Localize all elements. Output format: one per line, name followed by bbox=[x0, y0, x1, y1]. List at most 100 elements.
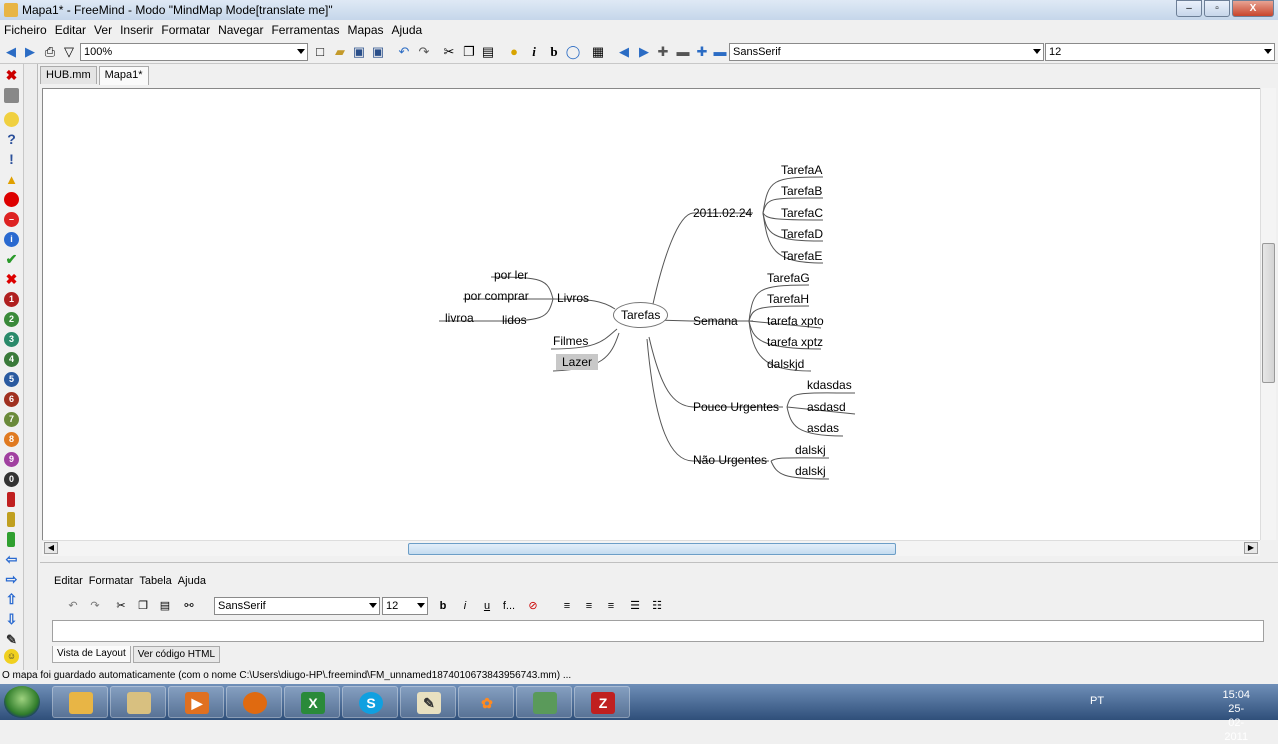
priority-9-icon[interactable]: 9 bbox=[4, 452, 19, 467]
close-button[interactable]: X bbox=[1232, 0, 1274, 17]
check-icon[interactable]: ✔ bbox=[4, 252, 19, 267]
taskbar-filezilla[interactable]: Z bbox=[574, 686, 630, 718]
open-folder-icon[interactable]: ▰ bbox=[332, 44, 348, 60]
node-lazer[interactable]: Lazer bbox=[556, 354, 599, 370]
tab-vista-layout[interactable]: Vista de Layout bbox=[52, 646, 131, 663]
node-lidos[interactable]: lidos bbox=[502, 313, 527, 327]
node-asdas[interactable]: asdas bbox=[807, 421, 839, 435]
minus-icon[interactable]: ▬ bbox=[675, 44, 691, 60]
zoom-select[interactable]: 100% bbox=[80, 43, 308, 61]
menu-editar[interactable]: Editar bbox=[51, 20, 90, 40]
editor-bold-icon[interactable]: b bbox=[436, 599, 450, 613]
align-left-icon[interactable]: ≡ bbox=[560, 599, 574, 613]
editor-underline-icon[interactable]: u bbox=[480, 599, 494, 613]
language-indicator[interactable]: PT bbox=[1090, 695, 1104, 707]
horizontal-scroll-thumb[interactable] bbox=[408, 543, 896, 555]
node-por-comprar[interactable]: por comprar bbox=[464, 289, 529, 303]
arrow-up-icon[interactable]: ⇧ bbox=[4, 592, 19, 607]
start-button[interactable] bbox=[4, 686, 40, 718]
taskbar-excel[interactable]: X bbox=[284, 686, 340, 718]
editor-find-icon[interactable]: ⚯ bbox=[182, 599, 196, 613]
editor-cut-icon[interactable]: ✂ bbox=[114, 599, 128, 613]
editor-redo-icon[interactable]: ↷ bbox=[88, 599, 102, 613]
traffic-red-icon[interactable] bbox=[7, 492, 15, 507]
exclamation-icon[interactable]: ! bbox=[4, 152, 19, 167]
bullet-list-icon[interactable]: ☰ bbox=[628, 599, 642, 613]
taskbar-media-player[interactable]: ▶ bbox=[168, 686, 224, 718]
arrow-left-icon[interactable]: ◀ bbox=[616, 44, 632, 60]
node-tarefa-xptz[interactable]: tarefa xptz bbox=[767, 335, 823, 349]
taskbar-network[interactable] bbox=[516, 686, 572, 718]
priority-2-icon[interactable]: 2 bbox=[4, 312, 19, 327]
align-center-icon[interactable]: ≡ bbox=[582, 599, 596, 613]
italic-icon[interactable]: i bbox=[526, 44, 542, 60]
priority-4-icon[interactable]: 4 bbox=[4, 352, 19, 367]
menu-ver[interactable]: Ver bbox=[90, 20, 116, 40]
info-icon[interactable]: i bbox=[4, 232, 19, 247]
node-pouco-urgentes[interactable]: Pouco Urgentes bbox=[693, 400, 779, 414]
scroll-left-button[interactable]: ◀ bbox=[44, 542, 58, 554]
tab-hub[interactable]: HUB.mm bbox=[40, 66, 97, 84]
traffic-green-icon[interactable] bbox=[7, 532, 15, 547]
editor-menu-tabela[interactable]: Tabela bbox=[139, 575, 171, 587]
taskbar-firefox[interactable] bbox=[226, 686, 282, 718]
cloud-icon[interactable]: ◯ bbox=[565, 44, 581, 60]
node-tarefa-e[interactable]: TarefaE bbox=[781, 249, 822, 263]
save-as-icon[interactable]: ▣ bbox=[370, 44, 386, 60]
numbered-list-icon[interactable]: ☷ bbox=[650, 599, 664, 613]
mindmap-canvas[interactable]: Tarefas Livros por ler por comprar lidos… bbox=[42, 88, 1260, 540]
cut-icon[interactable]: ✂ bbox=[441, 44, 457, 60]
arrow-forward-icon[interactable]: ⇨ bbox=[4, 572, 19, 587]
priority-0-icon[interactable]: 0 bbox=[4, 472, 19, 487]
node-semana[interactable]: Semana bbox=[693, 314, 738, 328]
priority-5-icon[interactable]: 5 bbox=[4, 372, 19, 387]
node-nao-urgentes[interactable]: Não Urgentes bbox=[693, 453, 767, 467]
node-asdasd[interactable]: asdasd bbox=[807, 400, 846, 414]
menu-ferramentas[interactable]: Ferramentas bbox=[267, 20, 343, 40]
node-tarefa-c[interactable]: TarefaC bbox=[781, 206, 823, 220]
priority-1-icon[interactable]: 1 bbox=[4, 292, 19, 307]
node-tarefa-xpto[interactable]: tarefa xpto bbox=[767, 314, 824, 328]
bold-icon[interactable]: b bbox=[546, 44, 562, 60]
node-tarefa-h[interactable]: TarefaH bbox=[767, 292, 809, 306]
node-tarefa-b[interactable]: TarefaB bbox=[781, 184, 822, 198]
editor-font-select[interactable]: SansSerif bbox=[214, 597, 380, 615]
node-date[interactable]: 2011.02.24 bbox=[693, 206, 752, 220]
smiley-icon[interactable]: ☺ bbox=[4, 649, 19, 664]
trash-icon[interactable] bbox=[4, 88, 19, 103]
node-livros[interactable]: Livros bbox=[557, 291, 589, 305]
copy-icon[interactable]: ❐ bbox=[461, 44, 477, 60]
editor-italic-icon[interactable]: i bbox=[458, 599, 472, 613]
scroll-right-button[interactable]: ▶ bbox=[1244, 542, 1258, 554]
menu-inserir[interactable]: Inserir bbox=[116, 20, 157, 40]
vertical-splitter[interactable] bbox=[24, 64, 38, 670]
back-icon[interactable]: ◀ bbox=[3, 44, 19, 60]
editor-size-select[interactable]: 12 bbox=[382, 597, 428, 615]
editor-menu-ajuda[interactable]: Ajuda bbox=[178, 575, 206, 587]
root-node[interactable]: Tarefas bbox=[613, 302, 669, 328]
priority-3-icon[interactable]: 3 bbox=[4, 332, 19, 347]
taskbar-explorer[interactable] bbox=[110, 686, 166, 718]
forward-icon[interactable]: ▶ bbox=[22, 44, 38, 60]
taskbar-messenger[interactable]: ✿ bbox=[458, 686, 514, 718]
print-icon[interactable]: ⎙ bbox=[42, 44, 58, 60]
node-livroa[interactable]: livroa bbox=[445, 311, 474, 325]
menu-navegar[interactable]: Navegar bbox=[214, 20, 267, 40]
redo-icon[interactable]: ↷ bbox=[416, 44, 432, 60]
undo-icon[interactable]: ↶ bbox=[396, 44, 412, 60]
priority-8-icon[interactable]: 8 bbox=[4, 432, 19, 447]
minus-blue-icon[interactable]: ▬ bbox=[712, 44, 728, 60]
note-text-area[interactable] bbox=[52, 620, 1264, 642]
node-tarefa-a[interactable]: TarefaA bbox=[781, 163, 822, 177]
minimize-button[interactable]: ‒ bbox=[1176, 0, 1202, 17]
node-tarefa-g[interactable]: TarefaG bbox=[767, 271, 810, 285]
maximize-button[interactable]: ▫ bbox=[1204, 0, 1230, 17]
vertical-scroll-thumb[interactable] bbox=[1262, 243, 1275, 383]
filter-icon[interactable]: ▽ bbox=[61, 44, 77, 60]
node-por-ler[interactable]: por ler bbox=[494, 268, 528, 282]
node-tarefa-d[interactable]: TarefaD bbox=[781, 227, 823, 241]
new-file-icon[interactable]: □ bbox=[312, 44, 328, 60]
editor-menu-editar[interactable]: Editar bbox=[54, 575, 83, 587]
no-entry-icon[interactable]: – bbox=[4, 212, 19, 227]
warning-icon[interactable]: ▲ bbox=[4, 172, 19, 187]
